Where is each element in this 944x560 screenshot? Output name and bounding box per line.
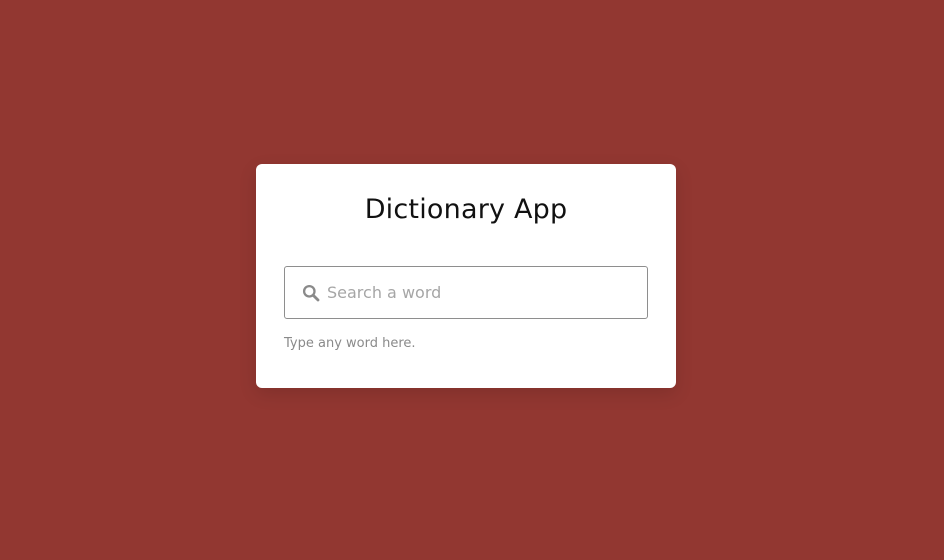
- search-icon: [302, 284, 320, 302]
- dictionary-card: Dictionary App Type any word here.: [256, 164, 676, 388]
- page-title: Dictionary App: [364, 194, 568, 225]
- search-hint: Type any word here.: [284, 336, 416, 351]
- search-box[interactable]: [284, 266, 648, 319]
- search-input[interactable]: [327, 267, 637, 318]
